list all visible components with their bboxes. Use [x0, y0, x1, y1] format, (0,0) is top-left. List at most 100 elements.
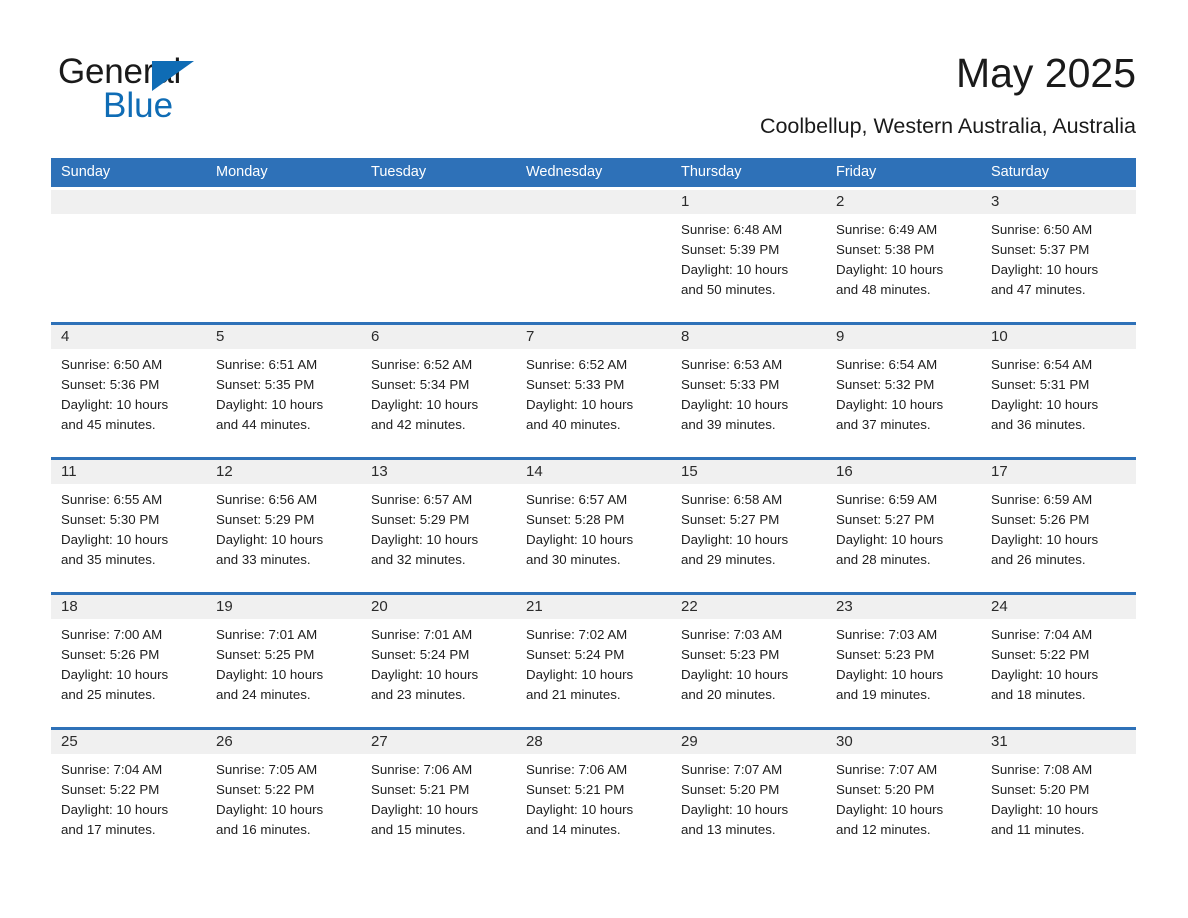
daylight-duration-line2: and 28 minutes. [836, 552, 931, 567]
day-cell-23[interactable]: 23 Sunrise: 7:03 AM Sunset: 5:23 PM Dayligh… [826, 592, 981, 727]
calendar-day-cell [206, 187, 361, 322]
daylight-duration-line2: and 37 minutes. [836, 417, 931, 432]
day-cell-22[interactable]: 22 Sunrise: 7:03 AM Sunset: 5:23 PM Dayligh… [671, 592, 826, 727]
day-cell-19[interactable]: 19 Sunrise: 7:01 AM Sunset: 5:25 PM Dayligh… [206, 592, 361, 727]
day-number: 25 [51, 730, 206, 754]
day-cell-1[interactable]: 1 Sunrise: 6:48 AM Sunset: 5:39 PM Daylight… [671, 187, 826, 322]
day-details: Sunrise: 6:55 AM Sunset: 5:30 PM Daylight:… [51, 484, 206, 570]
calendar-day-cell: 25 Sunrise: 7:04 AM Sunset: 5:22 PM Dayligh… [51, 727, 206, 842]
calendar-day-cell: 27 Sunrise: 7:06 AM Sunset: 5:21 PM Dayligh… [361, 727, 516, 842]
day-cell-10[interactable]: 10 Sunrise: 6:54 AM Sunset: 5:31 PM Dayligh… [981, 322, 1136, 457]
day-cell-empty [51, 187, 206, 322]
day-cell-24[interactable]: 24 Sunrise: 7:04 AM Sunset: 5:22 PM Dayligh… [981, 592, 1136, 727]
calendar-day-cell: 7 Sunrise: 6:52 AM Sunset: 5:33 PM Daylight… [516, 322, 671, 457]
day-details: Sunrise: 7:01 AM Sunset: 5:25 PM Daylight:… [206, 619, 361, 705]
sunset-time: Sunset: 5:22 PM [216, 782, 315, 797]
day-cell-8[interactable]: 8 Sunrise: 6:53 AM Sunset: 5:33 PM Daylight… [671, 322, 826, 457]
day-number: 8 [671, 325, 826, 349]
daylight-duration-line1: Daylight: 10 hours [836, 397, 944, 412]
day-cell-7[interactable]: 7 Sunrise: 6:52 AM Sunset: 5:33 PM Daylight… [516, 322, 671, 457]
day-number: 23 [826, 595, 981, 619]
sunset-time: Sunset: 5:33 PM [526, 377, 625, 392]
daylight-duration-line2: and 30 minutes. [526, 552, 621, 567]
day-cell-empty [516, 187, 671, 322]
day-cell-12[interactable]: 12 Sunrise: 6:56 AM Sunset: 5:29 PM Dayligh… [206, 457, 361, 592]
daylight-duration-line1: Daylight: 10 hours [61, 667, 169, 682]
day-cell-21[interactable]: 21 Sunrise: 7:02 AM Sunset: 5:24 PM Dayligh… [516, 592, 671, 727]
calendar-day-cell: 22 Sunrise: 7:03 AM Sunset: 5:23 PM Dayligh… [671, 592, 826, 727]
daylight-duration-line1: Daylight: 10 hours [371, 667, 479, 682]
sunset-time: Sunset: 5:22 PM [991, 647, 1090, 662]
sunrise-time: Sunrise: 7:07 AM [836, 762, 938, 777]
day-number: 18 [51, 595, 206, 619]
day-details: Sunrise: 6:48 AM Sunset: 5:39 PM Daylight:… [671, 214, 826, 300]
day-details: Sunrise: 6:50 AM Sunset: 5:36 PM Daylight:… [51, 349, 206, 435]
sunset-time: Sunset: 5:31 PM [991, 377, 1090, 392]
day-cell-5[interactable]: 5 Sunrise: 6:51 AM Sunset: 5:35 PM Daylight… [206, 322, 361, 457]
day-cell-3[interactable]: 3 Sunrise: 6:50 AM Sunset: 5:37 PM Daylight… [981, 187, 1136, 322]
day-details: Sunrise: 6:56 AM Sunset: 5:29 PM Daylight:… [206, 484, 361, 570]
daylight-duration-line2: and 16 minutes. [216, 822, 311, 837]
day-cell-4[interactable]: 4 Sunrise: 6:50 AM Sunset: 5:36 PM Daylight… [51, 322, 206, 457]
day-cell-16[interactable]: 16 Sunrise: 6:59 AM Sunset: 5:27 PM Dayligh… [826, 457, 981, 592]
day-cell-15[interactable]: 15 Sunrise: 6:58 AM Sunset: 5:27 PM Dayligh… [671, 457, 826, 592]
day-number: 31 [981, 730, 1136, 754]
day-cell-2[interactable]: 2 Sunrise: 6:49 AM Sunset: 5:38 PM Daylight… [826, 187, 981, 322]
day-number: 20 [361, 595, 516, 619]
day-cell-28[interactable]: 28 Sunrise: 7:06 AM Sunset: 5:21 PM Dayligh… [516, 727, 671, 842]
calendar-week-row: 11 Sunrise: 6:55 AM Sunset: 5:30 PM Dayligh… [51, 457, 1136, 592]
sunrise-time: Sunrise: 6:58 AM [681, 492, 783, 507]
daylight-duration-line2: and 32 minutes. [371, 552, 466, 567]
daylight-duration-line2: and 20 minutes. [681, 687, 776, 702]
calendar-day-cell: 11 Sunrise: 6:55 AM Sunset: 5:30 PM Dayligh… [51, 457, 206, 592]
day-number: 30 [826, 730, 981, 754]
day-cell-17[interactable]: 17 Sunrise: 6:59 AM Sunset: 5:26 PM Dayligh… [981, 457, 1136, 592]
calendar-day-cell [361, 187, 516, 322]
calendar-day-cell: 19 Sunrise: 7:01 AM Sunset: 5:25 PM Dayligh… [206, 592, 361, 727]
day-cell-6[interactable]: 6 Sunrise: 6:52 AM Sunset: 5:34 PM Daylight… [361, 322, 516, 457]
day-details: Sunrise: 6:59 AM Sunset: 5:26 PM Daylight:… [981, 484, 1136, 570]
day-cell-30[interactable]: 30 Sunrise: 7:07 AM Sunset: 5:20 PM Dayligh… [826, 727, 981, 842]
sunset-time: Sunset: 5:29 PM [371, 512, 470, 527]
sunrise-time: Sunrise: 6:51 AM [216, 357, 318, 372]
day-cell-9[interactable]: 9 Sunrise: 6:54 AM Sunset: 5:32 PM Daylight… [826, 322, 981, 457]
day-cell-25[interactable]: 25 Sunrise: 7:04 AM Sunset: 5:22 PM Dayligh… [51, 727, 206, 842]
day-details: Sunrise: 7:00 AM Sunset: 5:26 PM Daylight:… [51, 619, 206, 705]
day-cell-18[interactable]: 18 Sunrise: 7:00 AM Sunset: 5:26 PM Dayligh… [51, 592, 206, 727]
day-number: 21 [516, 595, 671, 619]
day-number: 16 [826, 460, 981, 484]
sunset-time: Sunset: 5:26 PM [61, 647, 160, 662]
sunrise-time: Sunrise: 7:05 AM [216, 762, 318, 777]
daylight-duration-line2: and 29 minutes. [681, 552, 776, 567]
daylight-duration-line1: Daylight: 10 hours [216, 397, 324, 412]
day-cell-29[interactable]: 29 Sunrise: 7:07 AM Sunset: 5:20 PM Dayligh… [671, 727, 826, 842]
day-details: Sunrise: 7:04 AM Sunset: 5:22 PM Daylight:… [981, 619, 1136, 705]
daylight-duration-line2: and 48 minutes. [836, 282, 931, 297]
daylight-duration-line2: and 11 minutes. [991, 822, 1085, 837]
sunrise-time: Sunrise: 6:57 AM [526, 492, 628, 507]
sunrise-time: Sunrise: 6:55 AM [61, 492, 163, 507]
daylight-duration-line2: and 33 minutes. [216, 552, 311, 567]
calendar-week-row: 4 Sunrise: 6:50 AM Sunset: 5:36 PM Daylight… [51, 322, 1136, 457]
day-cell-14[interactable]: 14 Sunrise: 6:57 AM Sunset: 5:28 PM Dayligh… [516, 457, 671, 592]
day-cell-26[interactable]: 26 Sunrise: 7:05 AM Sunset: 5:22 PM Dayligh… [206, 727, 361, 842]
sunrise-time: Sunrise: 6:54 AM [991, 357, 1093, 372]
sunrise-time: Sunrise: 7:04 AM [991, 627, 1093, 642]
calendar-week-row: 1 Sunrise: 6:48 AM Sunset: 5:39 PM Daylight… [51, 187, 1136, 322]
daylight-duration-line2: and 42 minutes. [371, 417, 466, 432]
daylight-duration-line2: and 40 minutes. [526, 417, 621, 432]
day-cell-13[interactable]: 13 Sunrise: 6:57 AM Sunset: 5:29 PM Dayligh… [361, 457, 516, 592]
sunrise-time: Sunrise: 7:06 AM [371, 762, 473, 777]
day-number [51, 190, 206, 214]
day-number: 6 [361, 325, 516, 349]
day-cell-20[interactable]: 20 Sunrise: 7:01 AM Sunset: 5:24 PM Dayligh… [361, 592, 516, 727]
day-cell-31[interactable]: 31 Sunrise: 7:08 AM Sunset: 5:20 PM Dayligh… [981, 727, 1136, 842]
daylight-duration-line1: Daylight: 10 hours [526, 667, 634, 682]
day-details: Sunrise: 7:06 AM Sunset: 5:21 PM Daylight:… [516, 754, 671, 840]
sunrise-time: Sunrise: 6:49 AM [836, 222, 938, 237]
daylight-duration-line2: and 50 minutes. [681, 282, 776, 297]
calendar-day-cell: 20 Sunrise: 7:01 AM Sunset: 5:24 PM Dayligh… [361, 592, 516, 727]
day-cell-27[interactable]: 27 Sunrise: 7:06 AM Sunset: 5:21 PM Dayligh… [361, 727, 516, 842]
sunset-time: Sunset: 5:37 PM [991, 242, 1090, 257]
day-cell-11[interactable]: 11 Sunrise: 6:55 AM Sunset: 5:30 PM Dayligh… [51, 457, 206, 592]
